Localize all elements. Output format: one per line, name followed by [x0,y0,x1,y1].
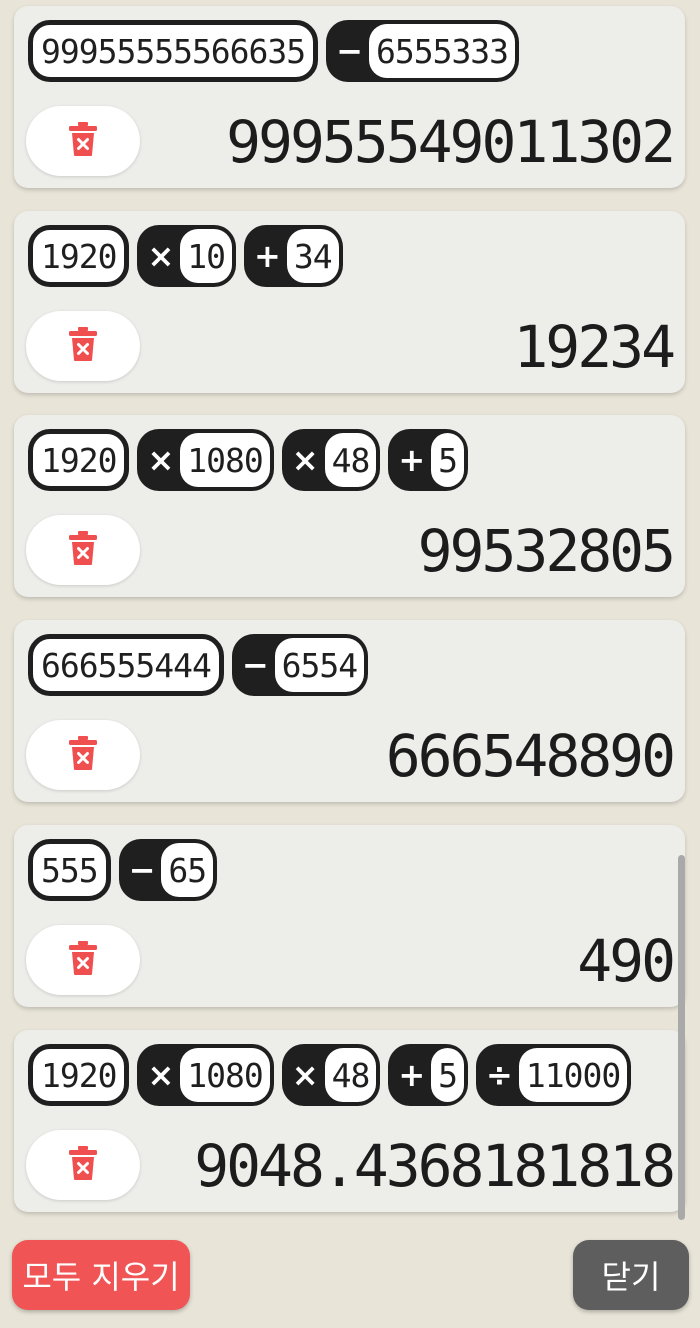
operator-chip: +5 [388,1044,469,1106]
operator-symbol: ÷ [486,1056,513,1094]
expression-tokens: 99955555566635−6555333 [28,20,520,82]
result-value: 99955549011302 [226,108,676,176]
operand-chip: 1920 [28,429,130,491]
operand-value: 6555333 [368,24,516,78]
operator-symbol: × [147,441,175,479]
operator-symbol: + [254,237,281,275]
operator-chip: −6555333 [326,20,520,82]
delete-entry-button[interactable] [26,515,140,585]
operand-value: 6554 [274,638,365,692]
operator-symbol: × [147,1056,175,1094]
trash-icon [68,1145,98,1185]
operand-value: 48 [324,433,377,487]
operator-symbol: × [147,237,175,275]
operand-chip: 99955555566635 [28,20,319,82]
operand-chip: 1920 [28,1044,130,1106]
operand-value: 11000 [518,1048,628,1102]
operator-chip: −6554 [231,634,369,696]
history-card: 1920 × 1080 × 48 +5 99532805 [14,415,685,597]
operand-value: 1080 [180,1048,270,1102]
operator-chip: × 48 [281,1044,381,1106]
expression-tokens: 1920 × 1080 × 48 +5 [28,429,469,491]
operand-chip: 555 [28,839,111,901]
trash-icon [68,940,98,980]
operand-value: 65 [161,843,214,897]
operator-symbol: + [398,1056,426,1094]
operand-chip: 1920 [28,225,130,287]
operand-value: 34 [286,229,339,283]
operator-symbol: − [336,32,363,70]
expression-tokens: 555−65 [28,839,218,901]
expression-tokens: 1920 × 1080 × 48 +5 ÷ 11000 [28,1044,632,1106]
trash-icon [68,530,98,570]
operand-value: 5 [431,433,465,487]
operator-chip: × 1080 [137,429,274,491]
trash-icon [68,326,98,366]
trash-icon [68,735,98,775]
operator-symbol: × [291,1056,319,1094]
operator-symbol: + [398,441,426,479]
operand-value: 1080 [180,433,270,487]
operator-chip: +34 [244,225,343,287]
operator-symbol: − [128,851,156,889]
delete-entry-button[interactable] [26,1130,140,1200]
history-card: 99955555566635−6555333 99955549011302 [14,6,685,188]
operator-chip: +5 [388,429,469,491]
operator-chip: × 48 [281,429,381,491]
result-value: 99532805 [417,517,676,585]
operator-chip: × 10 [137,225,237,287]
operand-value: 5 [431,1048,465,1102]
delete-entry-button[interactable] [26,720,140,790]
scrollbar[interactable] [678,855,685,1220]
result-value: 666548890 [385,722,676,790]
history-card: 666555444−6554 666548890 [14,620,685,802]
delete-entry-button[interactable] [26,925,140,995]
history-card: 1920 × 10 +34 19234 [14,211,685,393]
expression-tokens: 666555444−6554 [28,634,369,696]
close-button[interactable]: 닫기 [573,1240,689,1310]
trash-icon [68,121,98,161]
history-card: 555−65 490 [14,825,685,1007]
operand-value: 48 [324,1048,377,1102]
operator-chip: ÷ 11000 [476,1044,632,1106]
operand-value: 10 [180,229,233,283]
delete-entry-button[interactable] [26,106,140,176]
operator-symbol: × [291,441,319,479]
operator-chip: × 1080 [137,1044,274,1106]
operand-chip: 666555444 [28,634,224,696]
history-card: 1920 × 1080 × 48 +5 ÷ 11000 9048.4368181818 [14,1030,685,1212]
expression-tokens: 1920 × 10 +34 [28,225,343,287]
result-value: 490 [577,927,676,995]
result-value: 19234 [513,313,676,381]
clear-all-button[interactable]: 모두 지우기 [12,1240,190,1310]
operator-symbol: − [241,646,269,684]
result-value: 9048.4368181818 [194,1132,676,1200]
operator-chip: −65 [118,839,218,901]
delete-entry-button[interactable] [26,311,140,381]
